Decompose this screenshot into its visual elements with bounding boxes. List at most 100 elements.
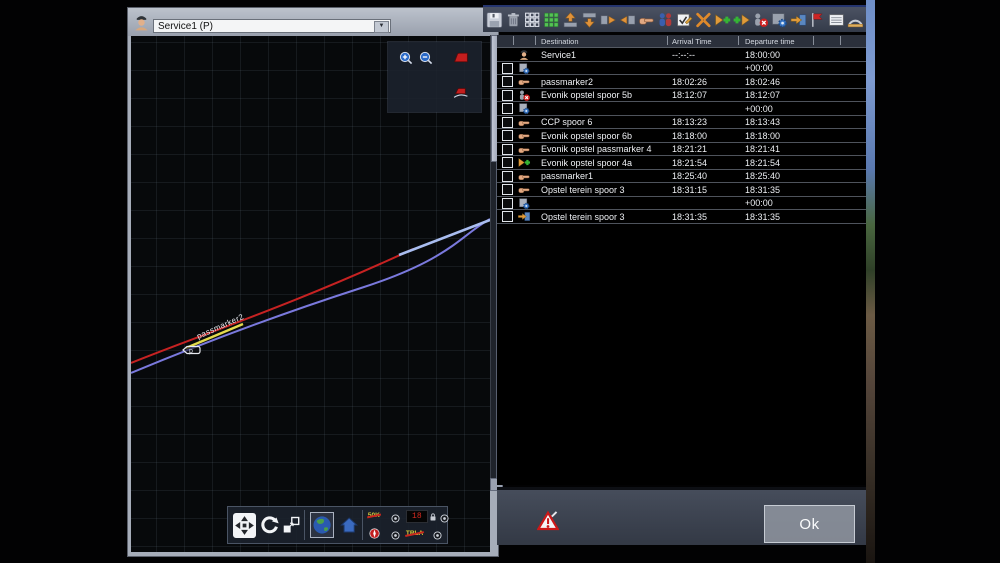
edit-checklist-icon[interactable] bbox=[676, 11, 693, 29]
chevron-down-icon[interactable]: ▼ bbox=[374, 21, 389, 33]
track-mode-toggle[interactable]: TRLA bbox=[406, 530, 423, 537]
route-map[interactable]: passmarker2 p 50K 18 TRLA bbox=[131, 36, 490, 552]
row-checkbox[interactable] bbox=[502, 197, 513, 209]
train-outline-icon[interactable] bbox=[449, 83, 472, 100]
track-radio-button[interactable] bbox=[432, 528, 443, 540]
row-checkbox[interactable] bbox=[502, 170, 513, 182]
row-departure-time: 18:31:35 bbox=[745, 184, 781, 195]
schedule-options-icon[interactable] bbox=[771, 11, 788, 29]
delete-icon[interactable] bbox=[505, 11, 522, 29]
col-departure: Departure time bbox=[745, 37, 795, 46]
row-destination: Evonik opstel spoor 5b bbox=[541, 90, 633, 100]
map-titlebar: Service1 (P) ▼ bbox=[128, 8, 498, 36]
insert-waypoint-icon[interactable] bbox=[733, 11, 750, 29]
crew-icon[interactable] bbox=[657, 11, 674, 29]
drive-to-icon[interactable] bbox=[638, 11, 655, 29]
row-checkbox[interactable] bbox=[502, 89, 513, 101]
add-waypoint-icon bbox=[517, 156, 531, 169]
remove-command-icon bbox=[517, 89, 531, 102]
lock-radio-button[interactable] bbox=[439, 511, 450, 523]
grid-white-icon[interactable] bbox=[524, 11, 541, 29]
rotate-mode-button[interactable] bbox=[259, 512, 281, 538]
row-arrival-time: 18:18:00 bbox=[672, 130, 708, 141]
table-row[interactable]: Evonik opstel passmarker 4 18:21:21 18:21:… bbox=[497, 143, 866, 156]
row-destination: Opstel terein spoor 3 bbox=[541, 184, 625, 195]
row-arrival-time: 18:21:21 bbox=[672, 144, 708, 154]
grid-green-icon[interactable] bbox=[543, 11, 560, 29]
insert-above-icon[interactable] bbox=[562, 11, 579, 29]
globe-view-button[interactable] bbox=[309, 512, 334, 538]
scale-mode-button[interactable] bbox=[282, 515, 300, 535]
row-destination: CCP spoor 6 bbox=[541, 117, 593, 127]
train-marker-icon[interactable]: p bbox=[179, 344, 203, 356]
track-lines bbox=[131, 218, 490, 374]
toolbar-divider bbox=[361, 510, 363, 540]
zoom-in-icon[interactable] bbox=[398, 50, 414, 66]
table-row[interactable]: Evonik opstel spoor 6b 18:18:00 18:18:00 bbox=[497, 129, 866, 143]
hand-icon bbox=[517, 183, 531, 196]
service-select[interactable]: Service1 (P) ▼ bbox=[153, 19, 391, 33]
ok-button[interactable]: Ok bbox=[764, 505, 855, 543]
save-icon[interactable] bbox=[486, 11, 503, 29]
row-destination: Evonik opstel passmarker 4 bbox=[541, 144, 652, 154]
schedule-footer: Ok bbox=[497, 487, 866, 545]
shift-left-icon[interactable] bbox=[619, 11, 636, 29]
row-checkbox[interactable] bbox=[502, 184, 513, 195]
table-row[interactable]: Service1 --:--:-- 18:00:00 bbox=[497, 48, 866, 62]
schedule-toolbar bbox=[483, 5, 866, 32]
row-checkbox[interactable] bbox=[502, 130, 513, 141]
service-select-value: Service1 (P) bbox=[158, 20, 214, 32]
zoom-out-icon[interactable] bbox=[418, 50, 434, 66]
row-departure-time: 18:00:00 bbox=[745, 49, 781, 60]
row-checkbox[interactable] bbox=[502, 157, 513, 168]
flag-icon[interactable] bbox=[809, 11, 826, 29]
svg-text:p: p bbox=[189, 348, 193, 355]
notes-list-icon[interactable] bbox=[828, 11, 845, 29]
table-row[interactable]: Opstel terein spoor 3 18:31:35 18:31:35 bbox=[497, 210, 866, 224]
row-departure-time: 18:25:40 bbox=[745, 171, 781, 181]
col-arrival: Arrival Time bbox=[672, 37, 712, 46]
table-row[interactable]: CCP spoor 6 18:13:23 18:13:43 bbox=[497, 116, 866, 129]
move-into-box-icon[interactable] bbox=[790, 11, 807, 29]
table-row[interactable]: Evonik opstel spoor 5b 18:12:07 18:12:07 bbox=[497, 89, 866, 102]
row-checkbox[interactable] bbox=[502, 211, 513, 222]
table-row[interactable]: +00:00 bbox=[497, 102, 866, 116]
compass-radio-button[interactable] bbox=[390, 528, 401, 540]
table-row[interactable]: +00:00 bbox=[497, 197, 866, 210]
remove-command-icon[interactable] bbox=[752, 11, 769, 29]
row-arrival-time: 18:13:23 bbox=[672, 117, 708, 127]
table-row[interactable]: Evonik opstel spoor 4a 18:21:54 18:21:54 bbox=[497, 156, 866, 170]
padlock-icon[interactable] bbox=[428, 510, 438, 522]
shift-right-icon[interactable] bbox=[600, 11, 617, 29]
insert-below-icon[interactable] bbox=[581, 11, 598, 29]
pan-mode-button[interactable] bbox=[233, 512, 257, 538]
table-row[interactable]: Opstel terein spoor 3 18:31:15 18:31:35 bbox=[497, 183, 866, 197]
toolbar-divider bbox=[303, 510, 305, 540]
speed-limit-toggle[interactable]: 50K bbox=[368, 512, 380, 519]
gear-doc-icon bbox=[517, 62, 531, 75]
warning-icon bbox=[536, 510, 560, 532]
row-checkbox[interactable] bbox=[502, 143, 513, 155]
row-checkbox[interactable] bbox=[502, 62, 513, 74]
row-arrival-time: 18:21:54 bbox=[672, 157, 708, 168]
compass-icon[interactable] bbox=[368, 527, 381, 540]
row-departure-time: 18:21:41 bbox=[745, 144, 781, 154]
map-overlay-panel bbox=[388, 42, 481, 112]
row-checkbox[interactable] bbox=[502, 103, 513, 114]
row-arrival-time: 18:25:40 bbox=[672, 171, 708, 181]
couple-icon[interactable] bbox=[695, 11, 712, 29]
hand-icon bbox=[517, 143, 531, 156]
home-view-button[interactable] bbox=[339, 514, 359, 536]
table-row[interactable]: passmarker2 18:02:26 18:02:46 bbox=[497, 75, 866, 89]
row-checkbox[interactable] bbox=[502, 76, 513, 87]
schedule-table: Destination Arrival Time Departure time … bbox=[497, 35, 866, 485]
map-display-toggles: 50K 18 TRLA bbox=[366, 508, 450, 542]
train-solid-icon[interactable] bbox=[448, 49, 474, 66]
measure-arch-icon[interactable] bbox=[847, 11, 864, 29]
speed-radio-button[interactable] bbox=[390, 511, 401, 523]
add-waypoint-icon[interactable] bbox=[714, 11, 731, 29]
row-checkbox[interactable] bbox=[502, 116, 513, 128]
table-row[interactable]: +00:00 bbox=[497, 62, 866, 75]
table-row[interactable]: passmarker1 18:25:40 18:25:40 bbox=[497, 170, 866, 183]
row-destination: passmarker2 bbox=[541, 76, 594, 87]
